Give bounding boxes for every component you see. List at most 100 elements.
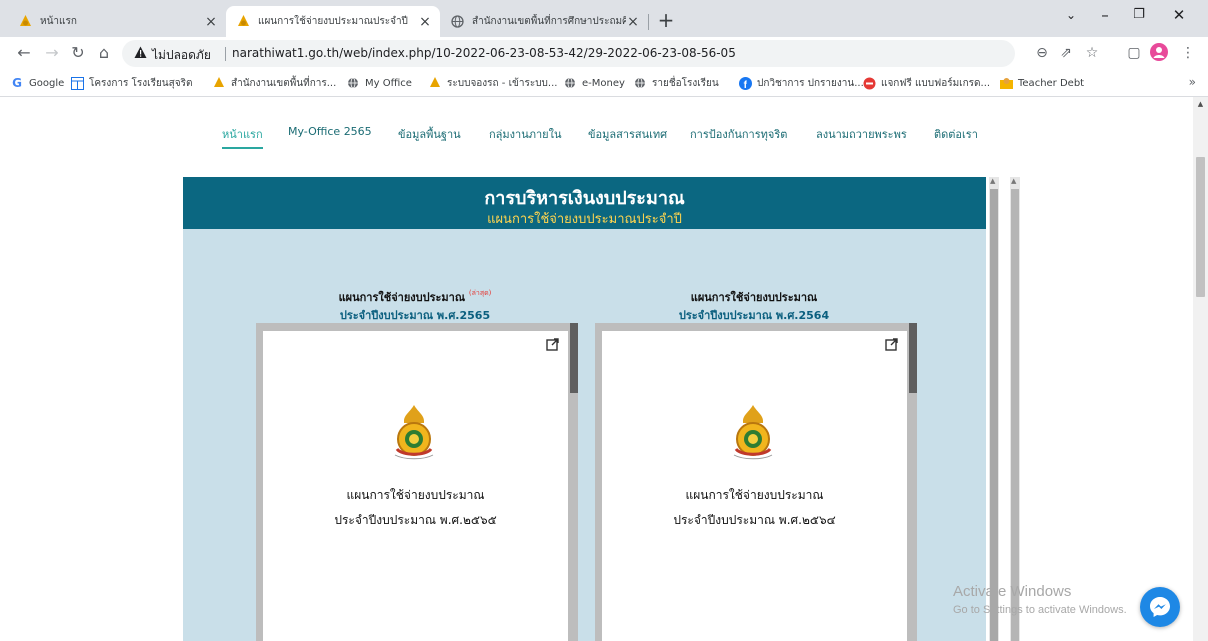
security-label[interactable]: ไม่ปลอดภัย xyxy=(152,46,211,65)
open-external-icon[interactable] xyxy=(540,332,564,356)
bookmark-item[interactable]: My Office xyxy=(346,75,412,91)
profile-avatar[interactable] xyxy=(1149,43,1169,63)
bookmark-item[interactable]: e-Money xyxy=(563,75,625,91)
bookmark-item[interactable]: โครงการ โรงเรียนสุจริต xyxy=(70,75,192,91)
browser-toolbar: ← → ↻ ⌂ ไม่ปลอดภัย narathiwat1.go.th/web… xyxy=(0,37,1208,70)
scroll-up-arrow[interactable]: ▲ xyxy=(990,177,995,185)
messenger-chat-button[interactable] xyxy=(1140,587,1180,627)
pdf-page: แผนการใช้จ่ายงบประมาณ ประจำปีงบประมาณ พ.… xyxy=(263,331,568,641)
tab-strip: หน้าแรก × แผนการใช้จ่ายงบประมาณประจำปี ×… xyxy=(0,0,1208,37)
share-icon[interactable]: ⇗ xyxy=(1056,43,1076,63)
address-bar[interactable]: ไม่ปลอดภัย narathiwat1.go.th/web/index.p… xyxy=(122,40,1015,67)
site-nav: หน้าแรก My-Office 2565 ข้อมูลพื้นฐาน กลุ… xyxy=(0,125,1193,149)
bookmark-item[interactable]: แจกฟรี แบบฟอร์มเกรด... xyxy=(862,75,990,91)
pdf-viewer-2564[interactable]: แผนการใช้จ่ายงบประมาณ ประจำปีงบประมาณ พ.… xyxy=(595,323,917,641)
nav-home[interactable]: หน้าแรก xyxy=(222,125,263,149)
pdf-viewer-2565[interactable]: แผนการใช้จ่ายงบประมาณ ประจำปีงบประมาณ พ.… xyxy=(256,323,578,641)
browser-tab-home[interactable]: หน้าแรก × xyxy=(8,6,226,37)
nav-information[interactable]: ข้อมูลสารสนเทศ xyxy=(588,125,667,143)
new-tab-button[interactable]: + xyxy=(654,9,678,33)
warning-icon[interactable] xyxy=(134,46,147,62)
obec-icon xyxy=(212,76,226,90)
menu-icon[interactable]: ⋮ xyxy=(1178,43,1198,63)
bookmark-item[interactable]: ระบบจองรถ - เข้าระบบ... xyxy=(428,75,557,91)
red-circle-icon xyxy=(862,76,876,90)
home-button[interactable]: ⌂ xyxy=(92,41,116,65)
pdf-year-line: ประจำปีงบประมาณ พ.ศ.๒๕๖๔ xyxy=(673,513,836,527)
bookmark-label: ปกวิชาการ ปกรายงาน... xyxy=(757,77,864,89)
side-panel-icon[interactable]: ▢ xyxy=(1124,43,1144,63)
table-icon xyxy=(70,76,84,90)
tab-title: แผนการใช้จ่ายงบประมาณประจำปี xyxy=(258,16,408,27)
bookmark-label: Teacher Debt xyxy=(1018,77,1085,89)
activation-watermark-title: Activate Windows xyxy=(953,583,1072,600)
bookmark-item[interactable]: f ปกวิชาการ ปกรายงาน... xyxy=(738,75,864,91)
bookmark-item[interactable]: สำนักงานเขตพื้นที่การ... xyxy=(212,75,336,91)
bookmarks-bar: G Google โครงการ โรงเรียนสุจริต สำนักงาน… xyxy=(0,70,1208,97)
scroll-up-arrow[interactable]: ▲ xyxy=(1193,100,1208,108)
close-icon[interactable]: × xyxy=(418,15,432,29)
page-viewport: หน้าแรก My-Office 2565 ข้อมูลพื้นฐาน กลุ… xyxy=(0,97,1208,641)
bookmark-label: My Office xyxy=(365,77,412,89)
restore-button[interactable]: ❐ xyxy=(1122,0,1156,32)
nav-internal-groups[interactable]: กลุ่มงานภายใน xyxy=(489,125,561,143)
close-icon[interactable]: × xyxy=(204,15,218,29)
back-button[interactable]: ← xyxy=(12,41,36,65)
nav-basic-info[interactable]: ข้อมูลพื้นฐาน xyxy=(398,125,461,143)
nav-blessing[interactable]: ลงนามถวายพระพร xyxy=(816,125,907,143)
content-scrollbar[interactable] xyxy=(989,177,999,641)
scrollbar-thumb[interactable] xyxy=(990,189,998,641)
facebook-icon: f xyxy=(738,76,752,90)
nav-my-office[interactable]: My-Office 2565 xyxy=(288,125,372,138)
content-scrollbar[interactable] xyxy=(1010,177,1020,641)
panel-subheading: แผนการใช้จ่ายงบประมาณประจำปี xyxy=(487,212,682,227)
bookmark-item[interactable]: รายชื่อโรงเรียน xyxy=(633,75,719,91)
nav-contact[interactable]: ติดต่อเรา xyxy=(934,125,978,143)
reload-button[interactable]: ↻ xyxy=(66,41,90,65)
minimize-button[interactable]: – xyxy=(1088,0,1122,32)
browser-tab-budget-plan[interactable]: แผนการใช้จ่ายงบประมาณประจำปี × xyxy=(226,6,440,37)
document-subtitle: ประจำปีงบประมาณ พ.ศ.2564 xyxy=(678,309,830,322)
pdf-title-line: แผนการใช้จ่ายงบประมาณ xyxy=(346,488,485,502)
bookmark-label: สำนักงานเขตพื้นที่การ... xyxy=(231,77,337,89)
viewer-scrollbar[interactable] xyxy=(909,323,917,393)
nav-anti-corruption[interactable]: การป้องกันการทุจริต xyxy=(690,125,787,143)
globe-icon xyxy=(563,76,577,90)
globe-icon xyxy=(633,76,647,90)
document-title-text: แผนการใช้จ่ายงบประมาณ xyxy=(690,291,818,304)
browser-tab-office[interactable]: สำนักงานเขตพื้นที่การศึกษาประถมศึกษ × xyxy=(440,6,648,37)
pdf-title-line: แผนการใช้จ่ายงบประมาณ xyxy=(685,488,824,502)
bookmark-label: e-Money xyxy=(582,77,625,89)
bookmark-star-icon[interactable]: ☆ xyxy=(1082,43,1102,63)
bookmarks-overflow-button[interactable]: » xyxy=(1189,75,1196,89)
document-title: แผนการใช้จ่ายงบประมาณ xyxy=(594,288,914,306)
scroll-up-arrow[interactable]: ▲ xyxy=(1011,177,1016,185)
scrollbar-thumb[interactable] xyxy=(1196,157,1205,297)
bookmark-item[interactable]: G Google xyxy=(10,75,64,91)
pdf-year-line: ประจำปีงบประมาณ พ.ศ.๒๕๖๕ xyxy=(334,513,497,527)
activation-watermark-text: Go to Settings to activate Windows. xyxy=(953,604,1127,616)
viewer-scrollbar[interactable] xyxy=(570,323,578,393)
globe-icon xyxy=(346,76,360,90)
close-icon[interactable]: × xyxy=(626,15,640,29)
zoom-icon[interactable]: ⊖ xyxy=(1032,43,1052,63)
open-external-icon[interactable] xyxy=(879,332,903,356)
bookmark-item[interactable]: Teacher Debt xyxy=(999,75,1084,91)
teacher-icon xyxy=(999,76,1013,90)
scrollbar-thumb[interactable] xyxy=(1011,189,1019,641)
tab-search-icon[interactable]: ⌄ xyxy=(1054,0,1088,32)
tab-divider xyxy=(648,14,649,30)
close-window-button[interactable]: ✕ xyxy=(1162,0,1196,32)
page-scrollbar[interactable]: ▲ xyxy=(1193,97,1208,641)
obec-seal-logo xyxy=(394,405,434,460)
forward-button[interactable]: → xyxy=(40,41,64,65)
messenger-icon xyxy=(1150,597,1170,617)
bookmark-label: โครงการ โรงเรียนสุจริต xyxy=(89,77,193,89)
url-text[interactable]: narathiwat1.go.th/web/index.php/10-2022-… xyxy=(232,46,736,60)
bookmark-label: แจกฟรี แบบฟอร์มเกรด... xyxy=(881,77,991,89)
budget-panel: การบริหารเงินงบประมาณ แผนการใช้จ่ายงบประ… xyxy=(183,177,986,641)
globe-icon xyxy=(450,15,464,29)
tab-title: หน้าแรก xyxy=(40,16,77,27)
obec-icon xyxy=(428,76,442,90)
document-title: แผนการใช้จ่ายงบประมาณ (ล่าสุด) xyxy=(255,288,575,306)
